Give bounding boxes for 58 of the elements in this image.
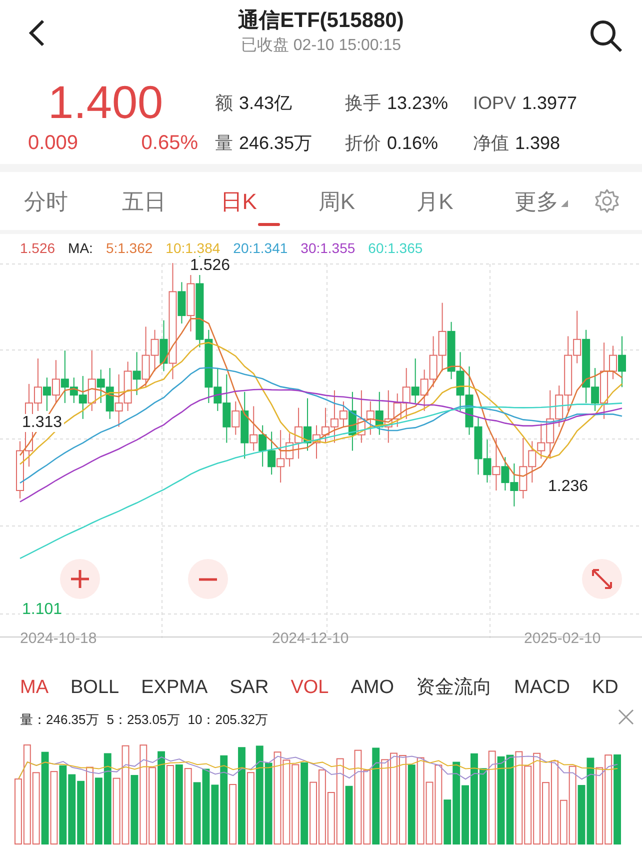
- axis-date: 2024-10-18: [20, 629, 97, 649]
- axis-date: 2024-12-10: [272, 629, 349, 649]
- ma-value: 5:1.362: [106, 239, 153, 256]
- axis-date: 2025-02-10: [524, 629, 601, 649]
- market-status: 已收盘 02-10 15:00:15: [240, 37, 402, 54]
- indicator-tab[interactable]: MA: [20, 668, 48, 708]
- last-price: 1.400: [48, 76, 164, 128]
- indicator-tab[interactable]: MACD: [514, 668, 570, 708]
- volume-legend: 量：246.35万: [20, 710, 99, 730]
- period-tab[interactable]: 周K: [318, 178, 417, 224]
- indicator-tab[interactable]: AMO: [350, 668, 394, 708]
- zoom-out-button[interactable]: [188, 559, 228, 599]
- stat-label: IOPV: [473, 93, 516, 113]
- stat-label: 折价: [345, 133, 381, 153]
- stat-label: 额: [215, 93, 233, 113]
- zoom-in-button[interactable]: [60, 559, 100, 599]
- settings-button[interactable]: [594, 188, 620, 214]
- stat-value: 13.23%: [387, 93, 448, 113]
- ma-value: 10:1.384: [166, 239, 220, 256]
- indicator-tab[interactable]: SAR: [230, 668, 269, 708]
- stat-label: 量: [215, 133, 233, 153]
- price-high-label: 1.526: [20, 239, 56, 256]
- period-tab[interactable]: 日K: [220, 178, 318, 224]
- stat-label: 净值: [473, 133, 509, 153]
- volume-legend: 10：205.32万: [188, 710, 268, 730]
- period-tab[interactable]: 五日: [122, 178, 220, 224]
- indicator-tab[interactable]: VOL: [290, 668, 329, 708]
- minus-icon: [198, 578, 218, 580]
- price-high-marker: 1.526: [188, 257, 232, 275]
- stat-value: 1.398: [515, 133, 560, 153]
- stat-value: 0.16%: [387, 133, 438, 153]
- ma-label: MA:: [68, 239, 93, 256]
- expand-icon: [591, 568, 613, 590]
- ma-value: 30:1.355: [300, 239, 356, 256]
- ma-value: 20:1.341: [233, 239, 288, 256]
- indicator-tab[interactable]: EXPMA: [141, 668, 208, 708]
- stat-value: 246.35万: [239, 133, 312, 153]
- price-label: 1.313: [20, 414, 64, 432]
- stock-title: 通信ETF(515880): [238, 9, 404, 32]
- search-icon: [588, 18, 624, 54]
- stat-value: 1.3977: [522, 93, 578, 113]
- dropdown-caret-icon: [558, 198, 569, 208]
- indicator-tab[interactable]: BOLL: [70, 668, 120, 708]
- plus-icon: [70, 569, 90, 589]
- stat-label: 换手: [345, 93, 381, 113]
- period-tab[interactable]: 月K: [416, 178, 515, 224]
- indicator-tab[interactable]: KD: [592, 668, 618, 708]
- ma-value: 60:1.365: [368, 239, 423, 256]
- close-icon: [618, 708, 634, 725]
- period-tab[interactable]: 分时: [24, 178, 122, 224]
- fullscreen-button[interactable]: [582, 559, 622, 599]
- gear-icon: [594, 188, 620, 214]
- indicator-tab[interactable]: 资金流向: [416, 668, 492, 708]
- volume-legend: 5：253.05万: [106, 710, 180, 730]
- percent-change: 0.65%: [141, 131, 198, 156]
- more-menu[interactable]: 更多: [514, 178, 594, 224]
- price-change: 0.009: [28, 131, 78, 156]
- stat-value: 3.43亿: [239, 93, 292, 113]
